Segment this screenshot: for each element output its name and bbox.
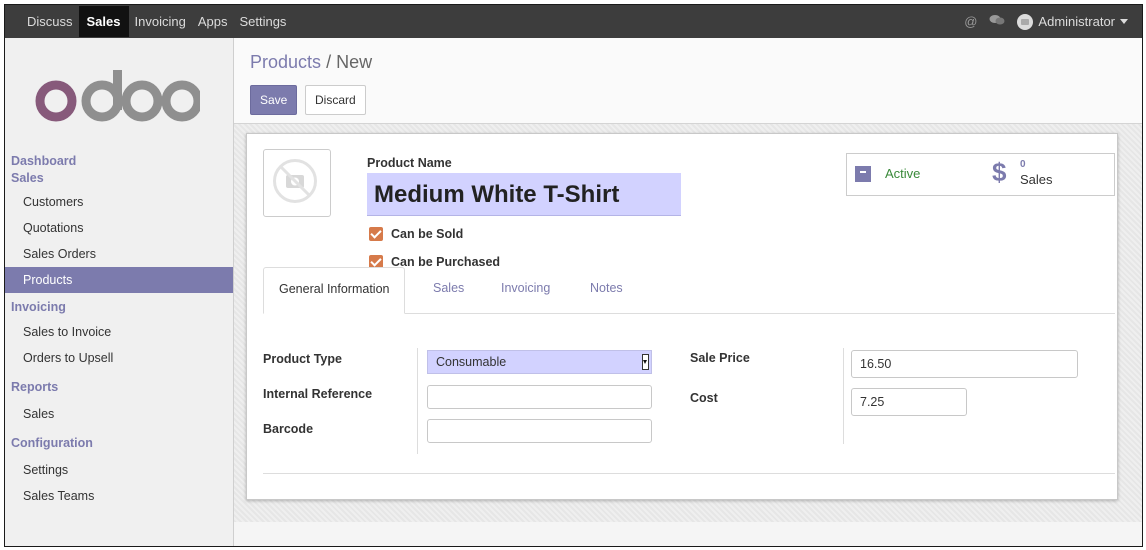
save-button[interactable]: Save <box>250 85 298 115</box>
product-name-label: Product Name <box>367 156 452 170</box>
sidebar-item-quotations[interactable]: Quotations <box>5 215 233 241</box>
archive-icon <box>855 166 871 182</box>
sale-price-input[interactable]: 16.50 <box>851 350 1078 378</box>
sidebar-item-sales-to-invoice[interactable]: Sales to Invoice <box>5 319 233 345</box>
product-type-value: Consumable <box>436 355 507 369</box>
menu-apps[interactable]: Apps <box>192 14 234 29</box>
user-avatar-icon[interactable] <box>1017 13 1034 30</box>
cost-input[interactable]: 7.25 <box>851 388 967 416</box>
systray: @ Administrator <box>964 5 1128 38</box>
odoo-logo[interactable] <box>30 68 203 131</box>
breadcrumb-current: New <box>336 52 373 72</box>
menu-invoicing[interactable]: Invoicing <box>129 14 192 29</box>
can-be-sold-checkbox[interactable] <box>369 227 383 241</box>
column-divider <box>417 348 418 454</box>
breadcrumb-separator: / <box>326 52 332 72</box>
control-panel: Products / New Save Discard <box>234 38 1142 124</box>
sales-stat-label: Sales <box>1020 172 1053 187</box>
can-be-sold-label: Can be Sold <box>391 227 464 241</box>
dropdown-arrow-icon <box>642 354 649 370</box>
product-type-label: Product Type <box>263 352 342 366</box>
main-menu: Discuss Sales Invoicing Apps Settings <box>21 5 292 38</box>
sidebar-section-reports[interactable]: Reports <box>5 371 233 401</box>
internal-reference-input[interactable] <box>427 385 652 409</box>
sidebar-item-sales-orders[interactable]: Sales Orders <box>5 241 233 267</box>
menu-settings[interactable]: Settings <box>233 14 292 29</box>
sales-count: 0 <box>1020 159 1026 170</box>
barcode-label: Barcode <box>263 422 314 436</box>
sidebar-section-invoicing[interactable]: Invoicing <box>5 293 233 319</box>
main-content: Products / New Save Discard Product Name… <box>234 38 1142 546</box>
product-name-input[interactable]: Medium White T-Shirt <box>367 173 681 216</box>
active-label: Active <box>885 166 921 181</box>
column-divider-2 <box>843 348 844 444</box>
barcode-input[interactable] <box>427 419 652 443</box>
breadcrumb-products[interactable]: Products <box>250 52 321 72</box>
dollar-icon: $ <box>992 157 1007 187</box>
breadcrumb: Products / New <box>250 52 372 73</box>
chat-bubbles-icon[interactable] <box>989 14 1005 29</box>
tab-invoicing[interactable]: Invoicing <box>501 267 550 312</box>
form-background: Product Name Medium White T-Shirt Can be… <box>234 124 1142 522</box>
sales-stat-button[interactable]: $ 0 Sales <box>980 153 1115 196</box>
product-image-placeholder[interactable] <box>263 149 331 217</box>
form-bottom-divider <box>263 473 1115 474</box>
notebook-tabs: General Information Sales Invoicing Note… <box>263 267 1115 314</box>
sidebar-item-orders-to-upsell[interactable]: Orders to Upsell <box>5 345 233 371</box>
product-type-select[interactable]: Consumable <box>427 350 652 374</box>
tab-general-information[interactable]: General Information <box>263 267 406 314</box>
chevron-down-icon[interactable] <box>1120 19 1128 24</box>
sidebar-item-customers[interactable]: Customers <box>5 189 233 215</box>
sidebar-item-sales-teams[interactable]: Sales Teams <box>5 483 233 509</box>
app-window: Discuss Sales Invoicing Apps Settings @ … <box>4 4 1143 547</box>
no-image-icon <box>273 159 317 203</box>
sidebar: Dashboard Sales Customers Quotations Sal… <box>5 38 234 546</box>
at-sign-icon[interactable]: @ <box>964 14 977 29</box>
user-menu[interactable]: Administrator <box>1038 14 1115 29</box>
menu-sales[interactable]: Sales <box>78 6 129 37</box>
active-toggle-button[interactable]: Active <box>846 153 982 196</box>
sidebar-item-products[interactable]: Products <box>5 267 233 293</box>
menu-discuss[interactable]: Discuss <box>21 14 79 29</box>
sidebar-dashboard[interactable]: Dashboard <box>5 153 233 169</box>
sidebar-section-configuration[interactable]: Configuration <box>5 427 233 457</box>
top-navbar: Discuss Sales Invoicing Apps Settings @ … <box>5 5 1142 38</box>
tab-sales[interactable]: Sales <box>433 267 464 312</box>
sidebar-section-sales[interactable]: Sales <box>5 169 233 189</box>
cost-label: Cost <box>690 391 718 405</box>
discard-button[interactable]: Discard <box>305 85 366 115</box>
form-sheet: Product Name Medium White T-Shirt Can be… <box>246 133 1118 500</box>
sidebar-item-reports-sales[interactable]: Sales <box>5 401 233 427</box>
can-be-sold-field[interactable]: Can be Sold <box>369 227 463 241</box>
sale-price-label: Sale Price <box>690 351 750 365</box>
tab-notes[interactable]: Notes <box>590 267 623 312</box>
sidebar-item-settings[interactable]: Settings <box>5 457 233 483</box>
internal-reference-label: Internal Reference <box>263 387 373 401</box>
